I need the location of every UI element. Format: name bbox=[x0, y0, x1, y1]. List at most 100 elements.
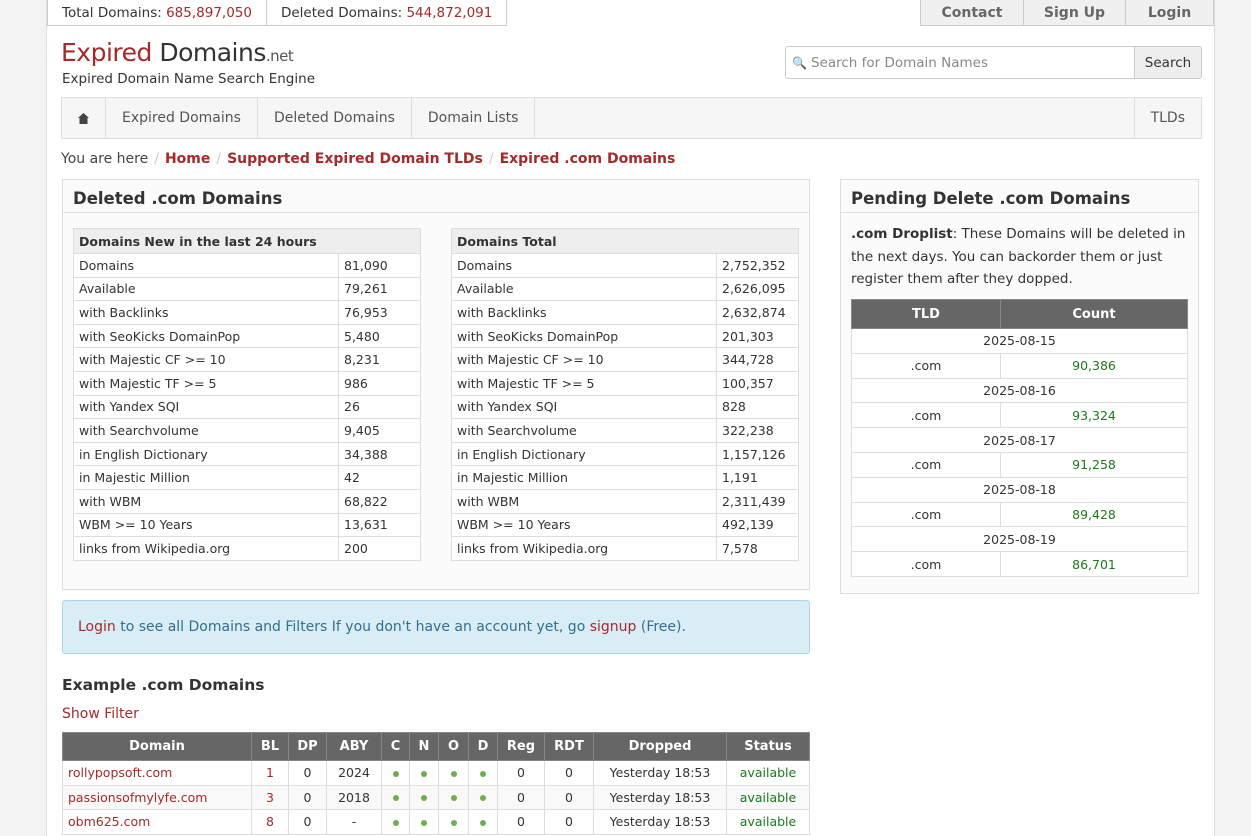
stat-label: with Backlinks bbox=[451, 300, 717, 325]
site-logo[interactable]: Expired Domains.net Expired Domain Name … bbox=[61, 38, 315, 87]
nav-domain-lists[interactable]: Domain Lists bbox=[412, 98, 536, 138]
domain-pop: 0 bbox=[288, 784, 327, 810]
domain-link[interactable]: passionsofmylyfe.com bbox=[62, 784, 252, 810]
backlinks: 3 bbox=[251, 784, 289, 810]
stat-row: with Backlinks 76,953 bbox=[73, 300, 421, 325]
status-dot-icon bbox=[450, 770, 457, 777]
domain-link[interactable]: rollypopsoft.com bbox=[62, 760, 252, 786]
show-filter-link[interactable]: Show Filter bbox=[62, 706, 139, 722]
stat-label: in Majestic Million bbox=[73, 465, 339, 490]
breadcrumb: You are here / Home / Supported Expired … bbox=[61, 151, 675, 167]
status-link[interactable]: available bbox=[726, 760, 810, 786]
status-dot-icon bbox=[392, 795, 399, 802]
col-header[interactable]: O bbox=[438, 732, 469, 761]
date-row: 2025-08-17 bbox=[851, 427, 1188, 453]
status-link[interactable]: available bbox=[726, 784, 810, 810]
col-count: Count bbox=[1000, 299, 1188, 329]
stat-row: with Majestic TF >= 5 100,357 bbox=[451, 370, 799, 396]
col-header[interactable]: ABY bbox=[326, 732, 382, 761]
tld-count-row: .com 86,701 bbox=[851, 551, 1188, 577]
dropped-time: Yesterday 18:53 bbox=[593, 760, 727, 786]
breadcrumb-separator: / bbox=[488, 151, 494, 167]
info-text-free: (Free). bbox=[636, 619, 686, 635]
login-link[interactable]: Login bbox=[1126, 0, 1214, 25]
dropped-time: Yesterday 18:53 bbox=[593, 809, 727, 835]
nav-expired-domains[interactable]: Expired Domains bbox=[106, 98, 258, 138]
stat-label: with Majestic CF >= 10 bbox=[451, 347, 717, 372]
col-header[interactable]: Dropped bbox=[593, 732, 727, 761]
breadcrumb-separator: / bbox=[154, 151, 159, 167]
count-link[interactable]: 89,428 bbox=[1000, 501, 1188, 528]
total-table-header: Domains Total bbox=[451, 228, 799, 254]
col-header[interactable]: C bbox=[381, 732, 410, 761]
col-header[interactable]: Domain bbox=[62, 732, 252, 761]
stat-label: with Searchvolume bbox=[73, 418, 339, 443]
stat-value: 42 bbox=[338, 465, 421, 490]
col-tld: TLD bbox=[851, 299, 1001, 329]
nav-tlds[interactable]: TLDs bbox=[1133, 98, 1201, 138]
stat-label: Available bbox=[451, 276, 717, 302]
tld-cell: .com bbox=[851, 551, 1001, 577]
signup-link[interactable]: Sign Up bbox=[1024, 0, 1126, 25]
stat-label: with Yandex SQI bbox=[73, 394, 339, 420]
col-header[interactable]: N bbox=[409, 732, 439, 761]
count-link[interactable]: 86,701 bbox=[1000, 551, 1188, 577]
nav-deleted-domains[interactable]: Deleted Domains bbox=[258, 98, 412, 138]
col-header[interactable]: Status bbox=[726, 732, 810, 761]
search-button[interactable]: Search bbox=[1135, 46, 1202, 79]
status-dot-icon bbox=[392, 770, 399, 777]
top-navigation: Contact Sign Up Login bbox=[920, 0, 1214, 26]
status-link[interactable]: available bbox=[726, 809, 810, 835]
info-signup-link[interactable]: signup bbox=[590, 619, 637, 635]
stat-row: with Searchvolume 9,405 bbox=[73, 418, 421, 443]
example-table-header: Domain BL DP ABY C N O D Reg RDT Dropped Status bbox=[62, 732, 810, 761]
stat-value: 9,405 bbox=[338, 418, 421, 443]
breadcrumb-current[interactable]: Expired .com Domains bbox=[500, 151, 676, 167]
home-icon bbox=[78, 112, 89, 124]
count-link[interactable]: 90,386 bbox=[1000, 352, 1188, 379]
breadcrumb-home[interactable]: Home bbox=[165, 151, 210, 167]
info-login-link[interactable]: Login bbox=[78, 619, 116, 635]
stat-label: with SeoKicks DomainPop bbox=[73, 323, 339, 349]
pending-table-body: 2025-08-15 .com 90,386 2025-08-16 .com 93,324… bbox=[851, 328, 1188, 577]
tld-status bbox=[438, 809, 469, 835]
count-link[interactable]: 93,324 bbox=[1000, 402, 1188, 429]
col-header[interactable]: Reg bbox=[497, 732, 545, 761]
stat-label: Domains bbox=[73, 253, 339, 278]
logo-tagline: Expired Domain Name Search Engine bbox=[62, 71, 315, 87]
archive-year: 2024 bbox=[326, 760, 382, 786]
tld-status bbox=[468, 760, 498, 786]
stat-value: 344,728 bbox=[716, 347, 799, 372]
stat-value: 5,480 bbox=[338, 323, 421, 349]
tld-status bbox=[468, 784, 498, 810]
stat-value: 201,303 bbox=[716, 323, 799, 349]
stat-row: WBM >= 10 Years 492,139 bbox=[451, 512, 799, 538]
stat-value: 8,231 bbox=[338, 347, 421, 372]
breadcrumb-tlds[interactable]: Supported Expired Domain TLDs bbox=[227, 151, 483, 167]
stat-label: links from Wikipedia.org bbox=[73, 536, 339, 561]
related-tlds: 0 bbox=[544, 809, 594, 835]
tld-count-row: .com 90,386 bbox=[851, 352, 1188, 379]
stat-label: WBM >= 10 Years bbox=[73, 512, 339, 538]
drop-date: 2025-08-18 bbox=[851, 476, 1188, 503]
home-nav-button[interactable] bbox=[62, 98, 106, 138]
deleted-domains-value: 544,872,091 bbox=[406, 4, 493, 21]
stat-label: with WBM bbox=[73, 488, 339, 514]
domain-link[interactable]: obm625.com bbox=[62, 809, 252, 835]
status-dot-icon bbox=[421, 770, 427, 777]
col-header[interactable]: BL bbox=[251, 732, 289, 761]
stat-value: 2,632,874 bbox=[716, 300, 799, 325]
tld-cell: .com bbox=[851, 402, 1001, 429]
col-header[interactable]: DP bbox=[288, 732, 327, 761]
contact-link[interactable]: Contact bbox=[921, 0, 1024, 25]
stat-label: WBM >= 10 Years bbox=[451, 512, 717, 538]
tld-count-row: .com 89,428 bbox=[851, 501, 1188, 528]
deleted-domains-stat: Deleted Domains: 544,872,091 bbox=[265, 0, 506, 25]
count-link[interactable]: 91,258 bbox=[1000, 451, 1188, 478]
stat-label: with WBM bbox=[451, 488, 717, 514]
domain-pop: 0 bbox=[288, 809, 327, 835]
search-input[interactable]: 🔍 Search for Domain Names bbox=[785, 46, 1135, 79]
col-header[interactable]: RDT bbox=[544, 732, 594, 761]
tld-cell: .com bbox=[851, 501, 1001, 528]
col-header[interactable]: D bbox=[468, 732, 498, 761]
